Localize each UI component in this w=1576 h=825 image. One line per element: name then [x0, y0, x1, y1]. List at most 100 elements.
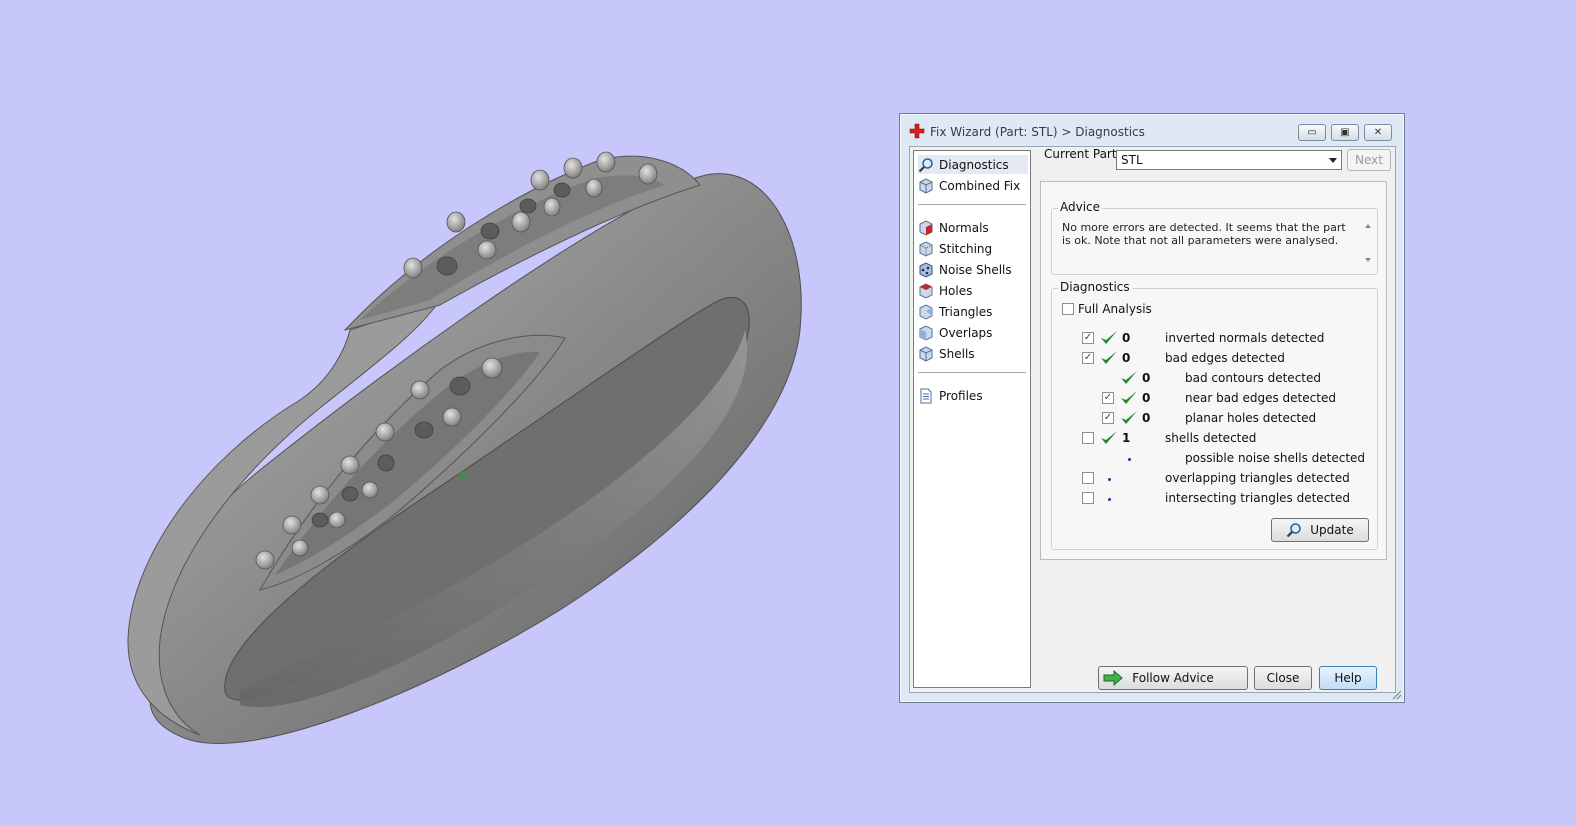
- row-checkbox[interactable]: ✓: [1102, 392, 1114, 404]
- holes-cube-icon: [919, 282, 933, 299]
- diagnostics-panel: Advice No more errors are detected. It s…: [1040, 181, 1387, 560]
- nav-item-combined-fix[interactable]: Combined Fix: [918, 176, 1028, 195]
- diag-row-bad-contours: 0 bad contours detected: [1052, 370, 1372, 388]
- row-label: planar holes detected: [1185, 411, 1317, 425]
- ring-model: [127, 151, 802, 744]
- row-count: 0: [1142, 371, 1151, 385]
- close-window-button[interactable]: ✕: [1364, 124, 1392, 141]
- row-checkbox[interactable]: [1082, 492, 1094, 504]
- nav-label: Triangles: [939, 304, 993, 319]
- nav-label: Noise Shells: [939, 262, 1012, 277]
- magnifier-icon: [1286, 523, 1302, 538]
- nav-item-overlaps[interactable]: Overlaps: [918, 323, 1028, 342]
- wizard-client-area: Diagnostics Combined Fix Normals Stitchi…: [909, 146, 1396, 693]
- nav-divider: [918, 204, 1026, 205]
- diag-row-overlapping-triangles: overlapping triangles detected: [1052, 470, 1372, 488]
- nav-label: Holes: [939, 283, 973, 298]
- follow-advice-button[interactable]: Follow Advice: [1098, 666, 1248, 690]
- chevron-down-icon: [1329, 158, 1337, 163]
- row-label: possible noise shells detected: [1185, 451, 1366, 465]
- diagnostics-group: Diagnostics Full Analysis ✓ 0 inverted n…: [1051, 280, 1378, 550]
- row-checkbox[interactable]: [1082, 472, 1094, 484]
- nav-item-triangles[interactable]: Triangles: [918, 302, 1028, 321]
- nav-item-diagnostics[interactable]: Diagnostics: [918, 155, 1028, 174]
- row-label: shells detected: [1165, 431, 1257, 445]
- row-label: bad contours detected: [1185, 371, 1321, 385]
- profiles-document-icon: [920, 388, 932, 403]
- close-button[interactable]: Close: [1254, 666, 1312, 690]
- minimize-button[interactable]: ▭: [1298, 124, 1326, 141]
- row-checkbox[interactable]: ✓: [1082, 332, 1094, 344]
- green-check-icon: [1101, 431, 1117, 444]
- row-count: 0: [1122, 331, 1131, 345]
- red-cross-icon: [909, 123, 925, 139]
- nav-label: Normals: [939, 220, 989, 235]
- normals-cube-icon: [919, 219, 933, 236]
- nav-item-holes[interactable]: Holes: [918, 281, 1028, 300]
- update-button[interactable]: Update: [1271, 518, 1369, 542]
- diag-row-inverted-normals: ✓ 0 inverted normals detected: [1052, 330, 1372, 348]
- nav-item-profiles[interactable]: Profiles: [918, 386, 1028, 405]
- advice-text: No more errors are detected. It seems th…: [1062, 221, 1346, 247]
- pending-dot-icon: [1108, 498, 1111, 501]
- nav-label: Combined Fix: [939, 178, 1021, 193]
- diag-row-bad-edges: ✓ 0 bad edges detected: [1052, 350, 1372, 368]
- row-label: bad edges detected: [1165, 351, 1285, 365]
- row-label: overlapping triangles detected: [1165, 471, 1350, 485]
- current-part-label: Current Part:: [1044, 147, 1121, 161]
- row-count: 1: [1122, 431, 1131, 445]
- row-label: inverted normals detected: [1165, 331, 1325, 345]
- resize-grip-icon[interactable]: [1390, 688, 1402, 700]
- diag-row-shells: 1 shells detected: [1052, 430, 1372, 448]
- follow-advice-label: Follow Advice: [1132, 671, 1214, 685]
- full-analysis-label: Full Analysis: [1078, 302, 1152, 316]
- overlaps-cube-icon: [919, 324, 933, 341]
- advice-group: Advice No more errors are detected. It s…: [1051, 200, 1378, 275]
- pending-dot-icon: [1108, 478, 1111, 481]
- row-checkbox[interactable]: ✓: [1082, 352, 1094, 364]
- triangles-cube-icon: [919, 303, 933, 320]
- full-analysis-checkbox[interactable]: [1062, 303, 1074, 315]
- wizard-navigation: Diagnostics Combined Fix Normals Stitchi…: [913, 150, 1031, 688]
- nav-label: Profiles: [939, 388, 983, 403]
- nav-item-noise-shells[interactable]: Noise Shells: [918, 260, 1028, 279]
- diag-row-noise-shells: possible noise shells detected: [1052, 450, 1372, 468]
- shells-cube-icon: [919, 345, 933, 362]
- current-part-value: STL: [1121, 153, 1143, 167]
- diagnostics-title: Diagnostics: [1058, 280, 1132, 294]
- pending-dot-icon: [1128, 458, 1131, 461]
- nav-item-normals[interactable]: Normals: [918, 218, 1028, 237]
- row-label: near bad edges detected: [1185, 391, 1336, 405]
- fix-wizard-window: Fix Wizard (Part: STL) > Diagnostics ▭ ▣…: [899, 113, 1405, 703]
- advice-title: Advice: [1058, 200, 1103, 214]
- nav-label: Diagnostics: [939, 157, 1009, 172]
- green-arrow-icon: [1103, 670, 1123, 686]
- nav-label: Overlaps: [939, 325, 993, 340]
- diag-row-near-bad-edges: ✓ 0 near bad edges detected: [1052, 390, 1372, 408]
- advice-scrollbar[interactable]: [1363, 221, 1373, 265]
- row-count: 0: [1142, 391, 1151, 405]
- nav-divider: [918, 372, 1026, 373]
- nav-item-stitching[interactable]: Stitching: [918, 239, 1028, 258]
- diag-row-intersecting-triangles: intersecting triangles detected: [1052, 490, 1372, 508]
- next-button[interactable]: Next: [1347, 149, 1391, 171]
- green-check-icon: [1101, 351, 1117, 364]
- current-part-select[interactable]: STL: [1116, 150, 1342, 170]
- title-bar[interactable]: Fix Wizard (Part: STL) > Diagnostics ▭ ▣…: [900, 114, 1404, 146]
- window-title: Fix Wizard (Part: STL) > Diagnostics: [930, 125, 1145, 139]
- green-check-icon: [1101, 331, 1117, 344]
- nav-label: Shells: [939, 346, 975, 361]
- magnifier-icon: [918, 157, 933, 172]
- help-button[interactable]: Help: [1319, 666, 1377, 690]
- row-checkbox[interactable]: [1082, 432, 1094, 444]
- row-count: 0: [1122, 351, 1131, 365]
- stitching-cube-icon: [919, 240, 933, 257]
- green-check-icon: [1121, 411, 1137, 424]
- restore-button[interactable]: ▣: [1331, 124, 1359, 141]
- cube-icon: [919, 177, 933, 194]
- 3d-viewport[interactable]: [0, 0, 890, 822]
- nav-item-shells[interactable]: Shells: [918, 344, 1028, 363]
- green-check-icon: [1121, 371, 1137, 384]
- update-label: Update: [1310, 523, 1354, 537]
- row-checkbox[interactable]: ✓: [1102, 412, 1114, 424]
